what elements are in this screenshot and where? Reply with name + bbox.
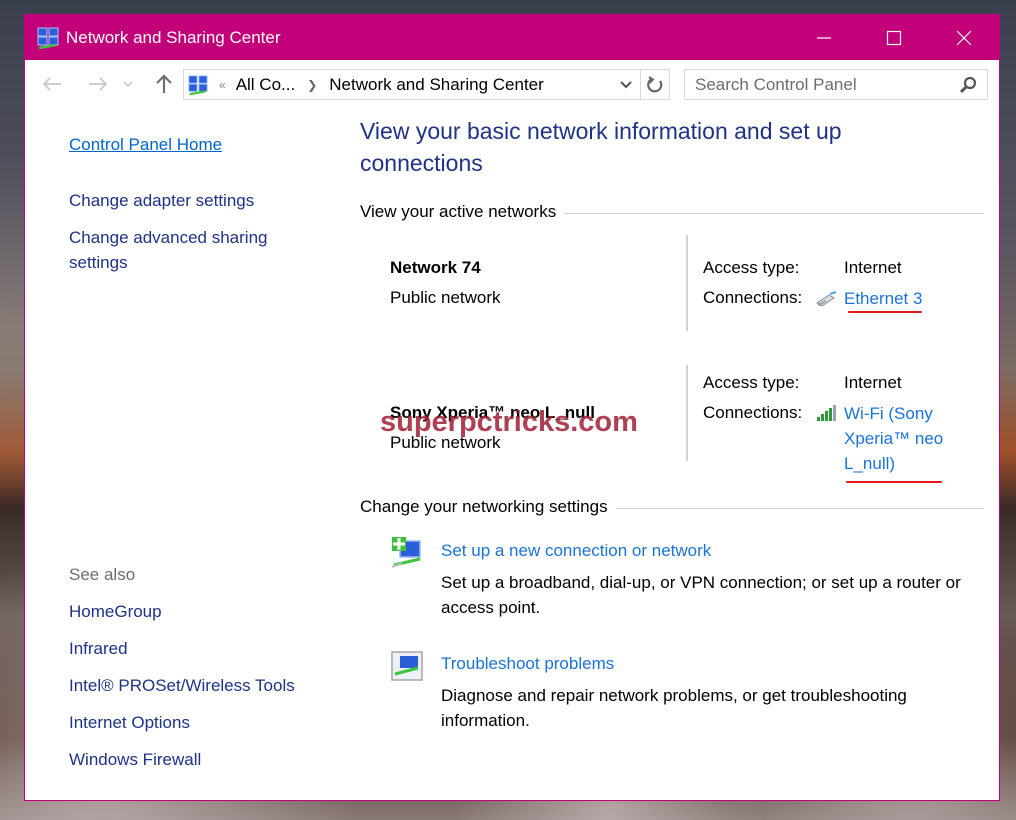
control-panel-home-link[interactable]: Control Panel Home [69, 135, 222, 155]
see-also-windows-firewall-link[interactable]: Windows Firewall [69, 750, 201, 770]
breadcrumb-all-control-panel[interactable]: All Co... [236, 75, 296, 95]
search-box[interactable] [684, 69, 988, 100]
network-sharing-center-window: Network and Sharing Center « All Co... ❯… [24, 14, 1000, 801]
setup-new-connection-description: Set up a broadband, dial-up, or VPN conn… [441, 573, 961, 617]
section-divider [564, 212, 984, 214]
see-also-intel-proset-link[interactable]: Intel® PROSet/Wireless Tools [69, 676, 295, 696]
task-new-connection: Set up a new connection or network Set u… [390, 535, 984, 617]
network-card: Network 74 Public network Access type: I… [390, 235, 984, 335]
see-also-infrared-link[interactable]: Infrared [69, 639, 128, 659]
recent-locations-button[interactable] [121, 73, 135, 95]
see-also-homegroup-link[interactable]: HomeGroup [69, 602, 162, 622]
change-settings-label: Change your networking settings [360, 497, 608, 516]
ethernet-3-link[interactable]: Ethernet 3 [844, 286, 922, 311]
minimize-icon [817, 36, 831, 39]
active-networks-label: View your active networks [360, 202, 557, 221]
network-center-app-icon [37, 27, 59, 49]
address-bar[interactable]: « All Co... ❯ Network and Sharing Center [183, 69, 641, 100]
search-input[interactable] [695, 74, 955, 95]
vertical-divider [686, 365, 688, 461]
arrow-right-icon [89, 77, 108, 91]
back-button[interactable] [41, 73, 63, 95]
access-type-label: Access type: [703, 373, 800, 392]
chevron-down-icon [620, 80, 632, 88]
maximize-icon [886, 30, 902, 45]
window-title: Network and Sharing Center [66, 27, 281, 47]
maximize-button[interactable] [859, 15, 929, 60]
navigation-bar: « All Co... ❯ Network and Sharing Center [25, 60, 999, 108]
arrow-up-icon [156, 74, 172, 93]
refresh-button[interactable] [641, 69, 670, 100]
close-button[interactable] [929, 15, 999, 60]
active-networks-header: View your active networks [360, 202, 984, 222]
ethernet-icon [816, 291, 837, 307]
troubleshoot-problems-link[interactable]: Troubleshoot problems [441, 654, 614, 674]
watermark-text: superpctricks.com [380, 406, 638, 438]
red-annotation-underline [846, 481, 942, 483]
change-settings-header: Change your networking settings [360, 497, 984, 517]
wifi-sony-xperia-link[interactable]: Wi-Fi (Sony Xperia™ neo L_null) [844, 401, 964, 476]
network-center-address-icon [188, 74, 208, 95]
address-dropdown-button[interactable] [612, 70, 640, 99]
wifi-signal-icon [817, 405, 836, 421]
breadcrumb-separator-icon[interactable]: ❯ [307, 78, 317, 92]
connections-label: Connections: [703, 403, 803, 422]
page-heading: View your basic network information and … [360, 118, 842, 176]
see-also-label: See also [69, 565, 136, 584]
address-overflow-button[interactable]: « [219, 78, 226, 92]
chevron-down-icon [123, 81, 133, 88]
minimize-button[interactable] [789, 15, 859, 60]
close-icon [956, 30, 972, 45]
search-icon[interactable] [959, 76, 977, 94]
arrow-left-icon [42, 77, 61, 91]
setup-new-connection-link[interactable]: Set up a new connection or network [441, 541, 711, 561]
red-annotation-underline [848, 311, 922, 313]
new-connection-icon [391, 537, 421, 568]
see-also-internet-options-link[interactable]: Internet Options [69, 713, 190, 733]
troubleshoot-icon [391, 651, 423, 681]
up-button[interactable] [153, 73, 175, 95]
section-divider [615, 507, 984, 509]
access-type-value: Internet [844, 373, 902, 392]
access-type-label: Access type: [703, 258, 800, 277]
connections-label: Connections: [703, 288, 803, 307]
access-type-value: Internet [844, 258, 902, 277]
task-troubleshoot: Troubleshoot problems Diagnose and repai… [390, 648, 984, 730]
network-name: Network 74 [390, 258, 481, 277]
troubleshoot-problems-description: Diagnose and repair network problems, or… [441, 686, 907, 730]
title-bar[interactable]: Network and Sharing Center [25, 15, 999, 60]
vertical-divider [686, 235, 688, 331]
change-adapter-settings-link[interactable]: Change adapter settings [69, 188, 254, 213]
change-advanced-sharing-settings-link[interactable]: Change advanced sharing settings [69, 225, 289, 275]
breadcrumb-network-sharing-center[interactable]: Network and Sharing Center [329, 75, 544, 95]
network-type: Public network [390, 288, 501, 307]
refresh-icon [647, 75, 663, 92]
forward-button[interactable] [87, 73, 109, 95]
